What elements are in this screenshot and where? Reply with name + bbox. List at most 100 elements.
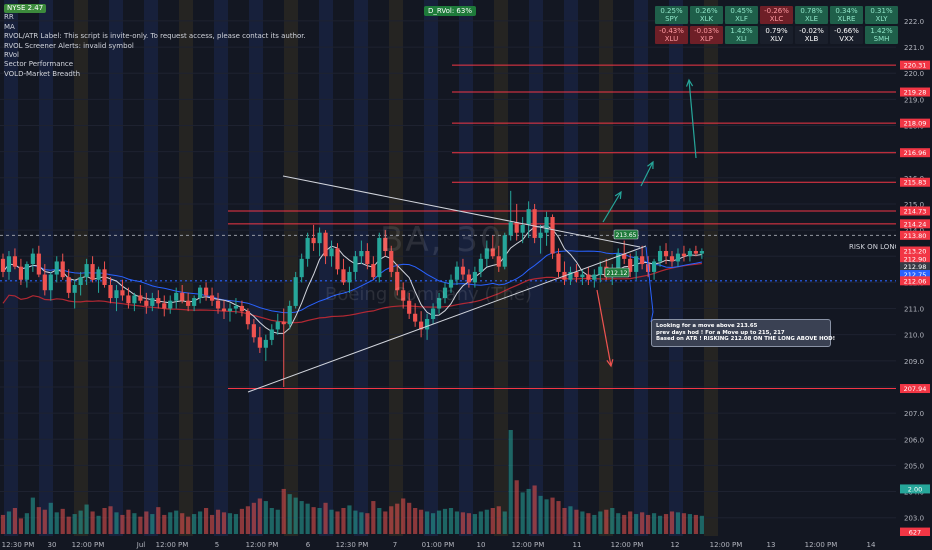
volume-bar <box>30 497 35 534</box>
volume-bar <box>448 508 454 534</box>
indicator-rvol-screener[interactable]: RVOL Screener Alerts: invalid symbol <box>4 42 306 51</box>
volume-bar <box>48 502 53 534</box>
candle-body <box>299 258 304 278</box>
volume-bar <box>681 513 687 534</box>
sector-ticker: XLY <box>875 15 888 23</box>
sector-pct: -0.03% <box>694 27 719 35</box>
volume-bar <box>203 508 209 534</box>
price-tag-text: 212.06 <box>904 277 927 285</box>
volume-bar <box>114 512 119 534</box>
volume-bar <box>275 509 280 534</box>
time-tick-label: 12:30 PM <box>2 541 35 549</box>
time-tick-label: 10 <box>477 541 486 549</box>
volume-bar <box>102 508 107 534</box>
price-tag-text: 213.80 <box>904 232 927 240</box>
volume-bar <box>156 507 161 534</box>
sector-cell-xlre: 0.34% XLRE <box>830 6 863 24</box>
price-tick-label: 222.0 <box>904 18 924 26</box>
session-band <box>249 0 263 536</box>
candle-body <box>18 266 23 280</box>
volume-bar <box>42 509 47 534</box>
sector-ticker: XLI <box>736 35 747 43</box>
volume-bar <box>6 511 12 534</box>
time-tick-label: 11 <box>573 541 582 549</box>
candle-body <box>198 287 203 299</box>
volume-bar <box>687 514 693 534</box>
candle-body <box>24 264 29 280</box>
price-tag-text: 627 <box>909 529 921 537</box>
candle-body <box>251 324 256 338</box>
candle-body <box>514 222 519 233</box>
price-tick-label: 203.0 <box>904 515 924 523</box>
indicator-sector-performance[interactable]: Sector Performance <box>4 60 306 69</box>
candle-body <box>60 261 65 278</box>
level-price-text: 216.96 <box>904 149 927 157</box>
candle-body <box>675 253 681 262</box>
candle-body <box>329 248 334 257</box>
sector-pct: -0.43% <box>659 27 684 35</box>
price-tick-label: 221.0 <box>904 44 924 52</box>
session-band <box>179 0 193 536</box>
level-price-text: 214.24 <box>904 220 927 228</box>
indicator-vold[interactable]: VOLD-Market Breadth <box>4 70 306 79</box>
ma-fast-line <box>2 225 702 334</box>
chart-window[interactable]: RISK ON LONG213.65212.12203.0204.0205.02… <box>0 0 932 550</box>
candle-body <box>144 300 149 306</box>
volume-bar <box>442 508 448 534</box>
time-tick-label: 12:00 PM <box>156 541 189 549</box>
candle-body <box>78 277 83 285</box>
sector-ticker: XLC <box>769 15 784 23</box>
level-price-text: 207.94 <box>904 385 927 393</box>
time-tick-label: 12:00 PM <box>805 541 838 549</box>
candle-body <box>651 261 657 272</box>
candle-body <box>174 292 179 301</box>
volume-bar <box>198 511 203 534</box>
candle-body <box>162 303 167 309</box>
candle-body <box>586 274 591 280</box>
trade-plan-note[interactable]: Looking for a move above 213.65 prev day… <box>651 319 835 347</box>
volume-bar <box>425 511 430 534</box>
candle-body <box>413 313 418 322</box>
sector-pct: 0.79% <box>765 27 788 35</box>
volume-bar <box>251 502 256 534</box>
candle-body <box>48 274 53 291</box>
candle-body <box>699 251 704 254</box>
sector-cell-xlk: 0.26% XLK <box>690 6 723 24</box>
risk-on-long-label: RISK ON LONG <box>849 243 900 251</box>
indicator-rvol[interactable]: RVol <box>4 51 306 60</box>
volume-bar <box>227 513 233 534</box>
indicator-ma[interactable]: MA <box>4 23 306 32</box>
candle-body <box>634 256 639 272</box>
candle-body <box>257 337 262 348</box>
price-chart[interactable]: RISK ON LONG213.65212.12203.0204.0205.02… <box>0 0 932 550</box>
sector-cell-xle: 0.78% XLE <box>795 6 828 24</box>
candle-body <box>681 253 687 257</box>
candle-body <box>550 217 555 254</box>
candle-body <box>6 256 12 272</box>
volume-bar <box>36 507 41 534</box>
indicator-nyse-label[interactable]: NYSE 2.47 <box>4 4 47 14</box>
candle-body <box>102 269 107 285</box>
volume-bar <box>120 514 125 534</box>
volume-bar <box>192 514 197 534</box>
candle-body <box>466 274 471 283</box>
volume-bar <box>12 508 18 534</box>
sector-cell-xly: 0.31% XLY <box>865 6 898 24</box>
volume-bar <box>598 511 603 534</box>
candle-body <box>293 277 298 306</box>
badge-text: 212.12 <box>607 270 628 277</box>
candle-body <box>508 222 513 236</box>
indicator-rvol-atr[interactable]: RVOL/ATR Label: This script is invite-on… <box>4 32 306 41</box>
candle-body <box>96 269 101 280</box>
volume-bar <box>454 511 460 534</box>
candle-body <box>221 308 227 312</box>
volume-bar <box>592 514 597 534</box>
volume-bar <box>180 513 185 534</box>
sector-cell-xlv: 0.79% XLV <box>760 26 793 44</box>
candle-body <box>138 295 143 301</box>
sector-cell-xli: 1.42% XLI <box>725 26 758 44</box>
time-tick-label: 12:00 PM <box>246 541 279 549</box>
volume-bar <box>616 513 621 534</box>
indicator-rr[interactable]: RR <box>4 13 306 22</box>
volume-bar <box>532 485 537 534</box>
